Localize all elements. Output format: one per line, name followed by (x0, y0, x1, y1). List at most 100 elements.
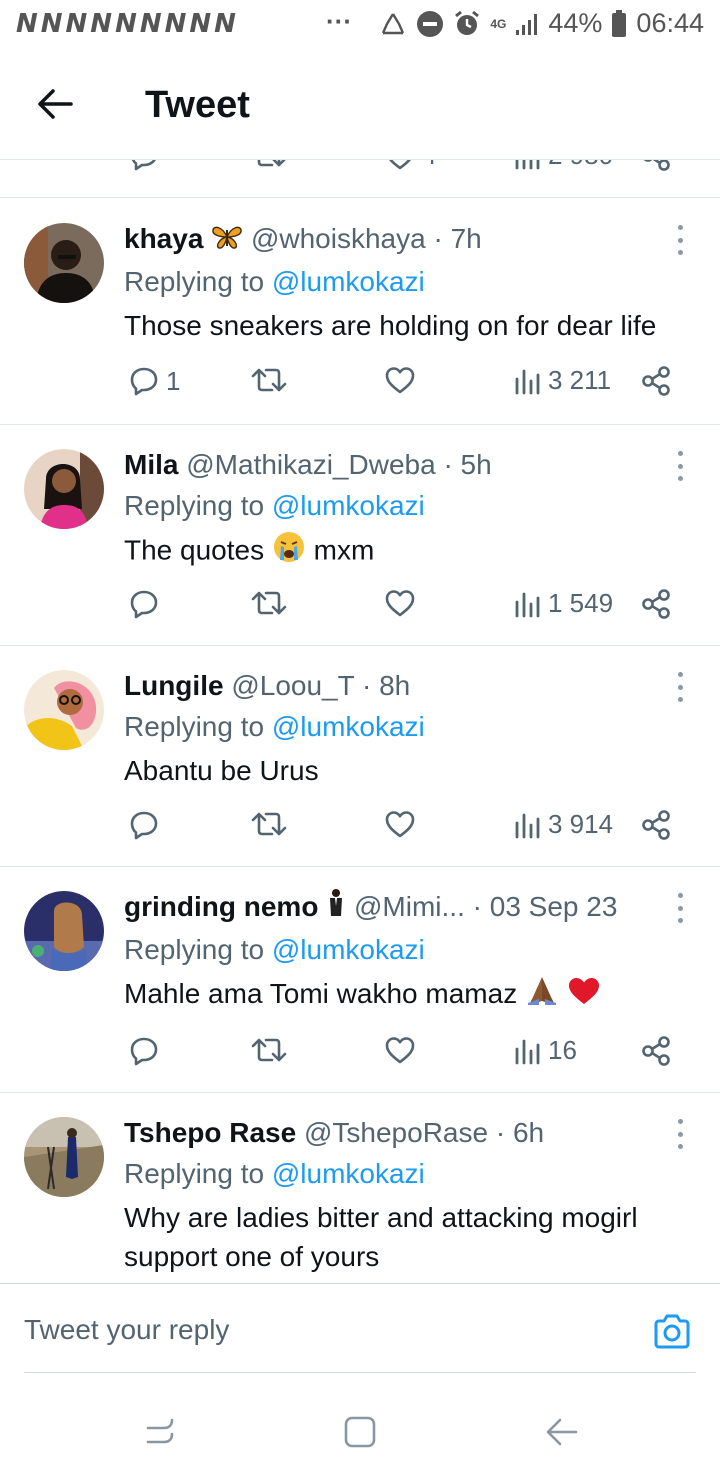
share-button[interactable] (640, 160, 672, 172)
avatar[interactable] (24, 1117, 104, 1197)
author-name[interactable]: grinding nemo (124, 891, 318, 922)
author-handle[interactable]: @Mimi... (354, 891, 465, 922)
tweet[interactable]: Tshepo Rase @TshepoRase · 6h Replying to… (0, 1093, 720, 1282)
mention-link[interactable]: @lumkokazi (272, 490, 425, 521)
recent-apps-icon (146, 1418, 174, 1444)
tweet[interactable]: Lungile @Loou_T · 8h Replying to @lumkok… (0, 646, 720, 867)
retweet-button[interactable] (250, 1035, 288, 1065)
navigation-bar (0, 1380, 720, 1480)
more-options-button[interactable] (674, 225, 686, 255)
tweet[interactable]: khaya @whoiskhaya · 7h Replying to @lumk… (0, 199, 720, 425)
tweet-time: · 7h (433, 223, 482, 254)
tweet-time: · 5h (443, 449, 492, 480)
reply-input[interactable]: Tweet your reply (24, 1314, 584, 1346)
camera-icon (654, 1314, 690, 1349)
tweet-header: Lungile @Loou_T · 8h (124, 666, 680, 706)
retweet-button[interactable] (250, 160, 288, 170)
tweet-text: Abantu be Urus (124, 755, 319, 786)
replying-to-label: Replying to (124, 711, 265, 742)
tweet-body: Mila @Mathikazi_Dweba · 5h Replying to @… (124, 445, 680, 574)
author-name[interactable]: Mila (124, 449, 178, 480)
author-name[interactable]: Lungile (124, 670, 224, 701)
more-options-button[interactable] (674, 1119, 686, 1149)
recent-apps-button[interactable] (138, 1410, 182, 1454)
share-button[interactable] (640, 1035, 672, 1067)
tweet-actions: 3 914 (0, 809, 720, 849)
camera-button[interactable] (652, 1314, 692, 1350)
like-button[interactable] (384, 588, 416, 618)
system-back-button[interactable] (540, 1410, 584, 1454)
tweet-body: khaya @whoiskhaya · 7h Replying to @lumk… (124, 219, 680, 345)
tweet-header: grinding nemo @Mimi... · 03 Sep 23 (124, 887, 680, 929)
views-button[interactable]: 1 549 (514, 588, 613, 619)
share-button[interactable] (640, 809, 672, 841)
avatar[interactable] (24, 223, 104, 303)
home-button[interactable] (338, 1410, 382, 1454)
tweet[interactable]: grinding nemo @Mimi... · 03 Sep 23 Reply… (0, 867, 720, 1093)
tweet-body: grinding nemo @Mimi... · 03 Sep 23 Reply… (124, 887, 680, 1017)
retweet-icon (251, 591, 287, 615)
avatar[interactable] (24, 449, 104, 529)
reply-button[interactable] (128, 1035, 160, 1067)
more-options-button[interactable] (674, 451, 686, 481)
tweet-text-end: mxm (313, 534, 375, 566)
recycle-icon (379, 11, 407, 37)
author-handle[interactable]: @Loou_T (231, 670, 354, 701)
views-button[interactable]: 3 914 (514, 809, 613, 840)
like-button[interactable] (384, 1035, 416, 1065)
views-icon (515, 369, 540, 394)
like-button[interactable] (384, 809, 416, 839)
mention-link[interactable]: @lumkokazi (272, 934, 425, 965)
replying-to: Replying to @lumkokazi (124, 1154, 680, 1194)
tweet[interactable]: Mila @Mathikazi_Dweba · 5h Replying to @… (0, 425, 720, 646)
reply-button[interactable] (128, 588, 160, 620)
author-name[interactable]: Tshepo Rase (124, 1117, 296, 1148)
share-icon (642, 1036, 670, 1066)
replying-to-label: Replying to (124, 265, 265, 297)
page-title: Tweet (145, 84, 250, 126)
share-icon (643, 160, 670, 171)
views-button[interactable]: 2 980 (514, 160, 613, 171)
tweet-actions: 4 2 980 (0, 160, 720, 180)
mention-link[interactable]: @lumkokazi (272, 711, 425, 742)
tweet-text: Why are ladies bitter and attacking mogi… (124, 1202, 638, 1272)
retweet-button[interactable] (250, 365, 288, 395)
share-button[interactable] (640, 588, 672, 620)
retweet-icon (251, 812, 287, 836)
avatar[interactable] (24, 891, 104, 971)
like-button[interactable]: 4 (384, 160, 436, 171)
battery-icon (611, 9, 627, 38)
views-button[interactable]: 16 (514, 1035, 577, 1066)
reply-icon (130, 1037, 158, 1066)
reply-button[interactable]: 1 (128, 365, 180, 397)
views-button[interactable]: 3 211 (514, 365, 611, 396)
more-options-button[interactable] (674, 893, 686, 923)
reply-button[interactable] (128, 160, 160, 172)
like-button[interactable] (384, 365, 416, 395)
avatar[interactable] (24, 670, 104, 750)
author-name[interactable]: khaya (124, 223, 203, 254)
mention-link[interactable]: @lumkokazi (272, 266, 425, 297)
tweet-header: khaya @whoiskhaya · 7h (124, 219, 680, 261)
reply-button[interactable] (128, 809, 160, 841)
person-in-suit-emoji-icon (326, 888, 346, 929)
battery-percent: 44% (548, 8, 603, 38)
author-handle[interactable]: @Mathikazi_Dweba (186, 449, 435, 480)
replying-to-label: Replying to (124, 490, 265, 521)
retweet-button[interactable] (250, 809, 288, 839)
retweet-button[interactable] (250, 588, 288, 618)
back-button[interactable] (30, 82, 80, 126)
replying-to: Replying to @lumkokazi (124, 486, 680, 526)
author-handle[interactable]: @whoiskhaya (251, 223, 426, 254)
views-icon (515, 813, 540, 838)
do-not-disturb-icon (416, 10, 444, 38)
views-count: 3 914 (548, 809, 614, 839)
author-handle[interactable]: @TshepoRase (304, 1117, 488, 1148)
mention-link[interactable]: @lumkokazi (272, 1158, 425, 1189)
tweet-body: Lungile @Loou_T · 8h Replying to @lumkok… (124, 666, 680, 790)
reply-icon (130, 811, 158, 840)
more-options-button[interactable] (674, 672, 686, 702)
share-button[interactable] (640, 365, 672, 397)
replying-to: Replying to @lumkokazi (124, 707, 680, 747)
signal-icon (515, 12, 539, 36)
